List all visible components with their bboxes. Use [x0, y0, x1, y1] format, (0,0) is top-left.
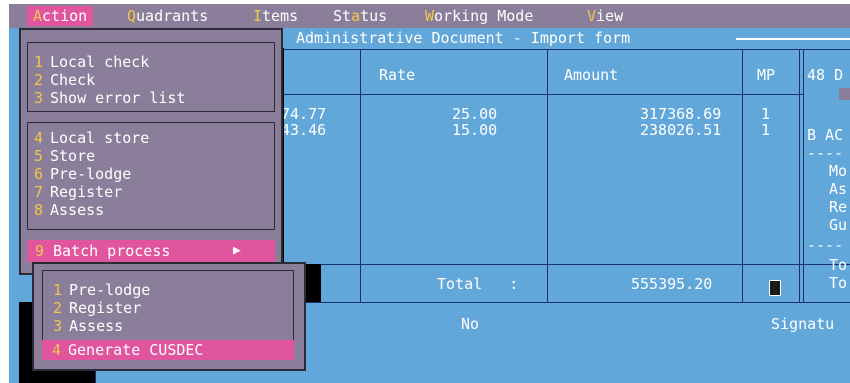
submenu-item-generate-cusdec[interactable]: 4 Generate CUSDEC	[42, 340, 294, 360]
box-b-total2: To	[829, 274, 848, 292]
box-b-line-gu: Gu	[829, 216, 848, 234]
menu-group-check: 1 Local check 2 Check 3 Show error list	[27, 42, 275, 112]
header-amount: Amount	[564, 66, 619, 84]
submenu-item-pre-lodge[interactable]: Pre-lodge	[69, 281, 150, 299]
item-num: 2	[53, 299, 63, 317]
left-edge-strip	[9, 28, 19, 383]
submenu-arrow-icon: ▶	[233, 243, 241, 258]
header-mp: MP	[757, 66, 776, 84]
column-divider-amount	[547, 49, 548, 302]
table-top-border	[284, 49, 850, 50]
menu-item-assess[interactable]: Assess	[50, 201, 104, 219]
item-num: 2	[34, 71, 44, 89]
window-title: Administrative Document - Import form	[296, 29, 631, 47]
menu-item-check[interactable]: Check	[50, 71, 95, 89]
submenu-item-assess[interactable]: Assess	[69, 317, 123, 335]
item-num: 8	[34, 201, 44, 219]
menu-action[interactable]: Action	[27, 6, 94, 26]
table-header-divider	[284, 94, 804, 95]
menu-item-register[interactable]: Register	[50, 183, 122, 201]
row2-rate[interactable]: 15.00	[452, 121, 497, 139]
item-num: 6	[34, 165, 44, 183]
column-divider-right-inner	[803, 49, 804, 302]
batch-process-label: Batch process	[53, 242, 171, 260]
menu-item-batch-process[interactable]: 9 Batch process ▶	[27, 240, 275, 262]
menu-working-mode[interactable]: Working Mode	[425, 6, 533, 26]
box-b-dash1: ----	[807, 144, 844, 162]
box-b-label: B AC	[807, 126, 844, 144]
footer-no-label: No	[461, 315, 480, 333]
item-num: 1	[34, 53, 44, 71]
window-title-bar: Administrative Document - Import form	[284, 28, 850, 48]
footer-signature-label: Signatu	[771, 315, 835, 333]
menu-item-local-check[interactable]: Local check	[50, 53, 149, 71]
item-num: 9	[35, 242, 45, 260]
header-rate: Rate	[379, 66, 416, 84]
total-label: Total :	[437, 275, 519, 293]
mp-total-cursor[interactable]	[769, 280, 781, 296]
total-value: 555395.20	[631, 275, 713, 293]
column-divider-mp	[742, 49, 743, 302]
batch-submenu: 1 Pre-lodge 2 Register 3 Assess 4 Genera…	[32, 262, 306, 371]
table-bottom-divider	[284, 302, 850, 303]
column-divider-rate	[360, 49, 361, 302]
item-num: 3	[53, 317, 63, 335]
menu-items[interactable]: Items	[253, 6, 298, 26]
action-dropdown-menu: 1 Local check 2 Check 3 Show error list …	[19, 28, 283, 275]
box48-marker	[839, 88, 850, 100]
menu-status[interactable]: Status	[333, 6, 387, 26]
menu-bar: Action Quadrants Items Status Working Mo…	[9, 4, 850, 28]
row2-partial-value[interactable]: 43.46	[281, 121, 326, 139]
box-b-line-re: Re	[829, 198, 848, 216]
title-rule	[736, 38, 850, 40]
item-num: 3	[34, 89, 44, 107]
menu-group-store: 4 Local store 5 Store 6 Pre-lodge 7 Regi…	[27, 122, 275, 230]
row2-amount[interactable]: 238026.51	[640, 121, 721, 139]
item-num: 4	[52, 341, 62, 359]
box-b-line-as: As	[829, 180, 848, 198]
box-b-line-mo: Mo	[829, 162, 848, 180]
item-num: 5	[34, 147, 44, 165]
menu-item-pre-lodge[interactable]: Pre-lodge	[50, 165, 131, 183]
menu-item-store[interactable]: Store	[50, 147, 95, 165]
submenu-item-register[interactable]: Register	[69, 299, 141, 317]
table-total-divider	[284, 264, 850, 265]
menu-item-local-store[interactable]: Local store	[50, 129, 149, 147]
menu-view[interactable]: View	[587, 6, 623, 26]
terminal-screen: Administrative Document - Import form Ra…	[9, 4, 850, 383]
generate-cusdec-label: Generate CUSDEC	[68, 341, 204, 359]
box-b-total1: To	[829, 256, 848, 274]
row2-mp[interactable]: 1	[761, 121, 770, 139]
header-box48: 48 D	[807, 66, 844, 84]
item-num: 4	[34, 129, 44, 147]
menu-item-show-error-list[interactable]: Show error list	[50, 89, 185, 107]
column-divider-right	[799, 49, 800, 302]
menu-quadrants[interactable]: Quadrants	[127, 6, 208, 26]
box-b-dash2: ----	[807, 236, 844, 254]
item-num: 7	[34, 183, 44, 201]
item-num: 1	[53, 281, 63, 299]
